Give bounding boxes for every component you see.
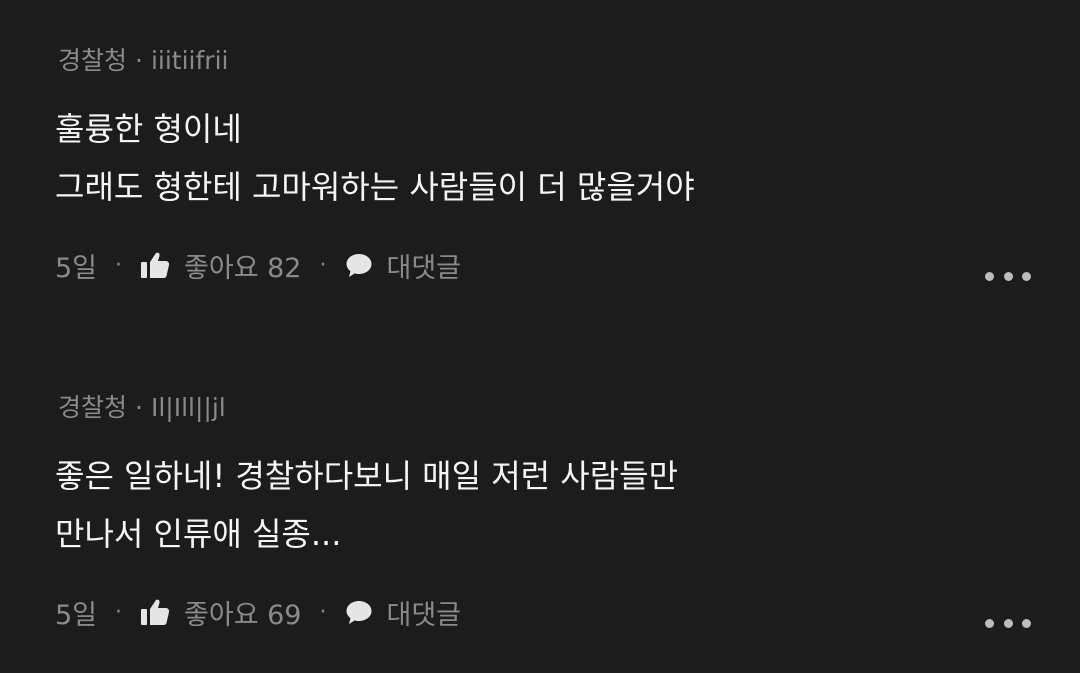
thumbs-up-icon bbox=[141, 252, 170, 278]
like-count: 좋아요 69 bbox=[184, 599, 302, 631]
comment-actions: 5일 · 좋아요 82 · 대댓글 bbox=[55, 245, 461, 285]
thumbs-up-icon bbox=[141, 599, 170, 625]
more-options-icon[interactable] bbox=[985, 262, 1031, 290]
action-separator: · bbox=[319, 599, 327, 625]
comment-source: 경찰청 bbox=[58, 393, 128, 422]
comment-meta: 경찰청 · iiitiifrii bbox=[58, 44, 228, 78]
action-separator: · bbox=[319, 252, 327, 278]
comment-meta: 경찰청 · Il|Ill||jl bbox=[58, 391, 226, 425]
comment-line: 만나서 인류애 실종... bbox=[55, 515, 342, 553]
reply-label: 대댓글 bbox=[386, 599, 462, 631]
comment-body: 좋은 일하네! 경찰하다보니 매일 저런 사람들만 만나서 인류애 실종... bbox=[55, 447, 678, 563]
reply-button[interactable]: 대댓글 bbox=[345, 246, 462, 285]
like-button[interactable]: 좋아요 69 bbox=[140, 593, 302, 632]
meta-separator: · bbox=[135, 393, 143, 422]
more-dot bbox=[985, 618, 994, 628]
action-separator: · bbox=[115, 252, 123, 278]
meta-separator: · bbox=[135, 46, 143, 75]
more-dot bbox=[1022, 618, 1031, 628]
like-button[interactable]: 좋아요 82 bbox=[140, 246, 302, 285]
like-count: 좋아요 82 bbox=[184, 252, 302, 284]
reply-button[interactable]: 대댓글 bbox=[345, 593, 462, 632]
reply-label: 대댓글 bbox=[386, 252, 462, 284]
comment-line: 훌륭한 형이네 bbox=[55, 110, 242, 148]
comment-author[interactable]: Il|Ill||jl bbox=[151, 393, 226, 422]
more-options-icon[interactable] bbox=[985, 609, 1031, 637]
more-dot bbox=[1022, 271, 1031, 281]
comment-line: 좋은 일하네! 경찰하다보니 매일 저런 사람들만 bbox=[55, 457, 679, 495]
comment-body: 훌륭한 형이네 그래도 형한테 고마워하는 사람들이 더 많을거야 bbox=[55, 100, 695, 216]
comment-time: 5일 bbox=[55, 252, 98, 284]
comment-source: 경찰청 bbox=[58, 46, 128, 75]
more-dot bbox=[1003, 271, 1013, 281]
comment-time: 5일 bbox=[55, 599, 98, 631]
comment-author[interactable]: iiitiifrii bbox=[151, 46, 229, 75]
comment-actions: 5일 · 좋아요 69 · 대댓글 bbox=[55, 592, 461, 632]
speech-bubble-icon bbox=[346, 254, 371, 277]
comment-line: 그래도 형한테 고마워하는 사람들이 더 많을거야 bbox=[55, 168, 695, 206]
more-dot bbox=[985, 271, 994, 281]
more-dot bbox=[1003, 618, 1013, 628]
speech-bubble-icon bbox=[346, 601, 371, 624]
action-separator: · bbox=[115, 599, 123, 625]
